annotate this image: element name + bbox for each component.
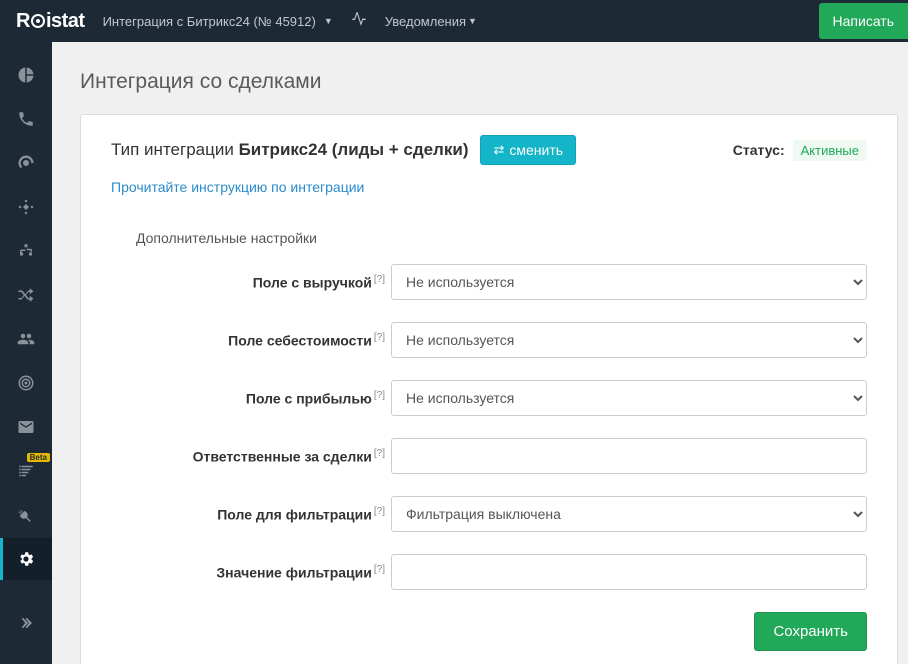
logo[interactable]: R istat (16, 10, 85, 33)
sidebar-item-target[interactable] (0, 186, 52, 228)
form-actions: Сохранить (111, 612, 867, 651)
notifications-dropdown[interactable]: Уведомления ▼ (385, 14, 477, 29)
change-button-label: сменить (509, 142, 563, 158)
integration-type-prefix: Тип интеграции (111, 140, 239, 159)
row-filter-field: Поле для фильтрации[?] Фильтрация выключ… (111, 496, 867, 532)
row-revenue: Поле с выручкой[?] Не используется (111, 264, 867, 300)
select-cost[interactable]: Не используется (391, 322, 867, 358)
beta-badge: Beta (27, 453, 50, 462)
status-badge: Активные (793, 140, 867, 161)
label-filter-field: Поле для фильтрации[?] (111, 506, 391, 523)
logo-ring-icon (31, 14, 45, 28)
sidebar-item-settings[interactable] (0, 538, 52, 580)
instruction-link[interactable]: Прочитайте инструкцию по интеграции (111, 179, 364, 195)
sidebar-item-shuffle[interactable] (0, 274, 52, 316)
logo-text-post: istat (46, 10, 85, 33)
left-sidebar: Beta (0, 42, 52, 664)
select-profit[interactable]: Не используется (391, 380, 867, 416)
write-button[interactable]: Написать (819, 3, 908, 39)
project-selector[interactable]: Интеграция с Битрикс24 (№ 45912) ▼ (103, 14, 333, 29)
select-revenue[interactable]: Не используется (391, 264, 867, 300)
sidebar-item-analytics[interactable] (0, 54, 52, 96)
sidebar-item-mail[interactable] (0, 406, 52, 448)
help-icon[interactable]: [?] (374, 564, 385, 575)
section-title: Дополнительные настройки (136, 230, 867, 246)
project-label: Интеграция с Битрикс24 (№ 45912) (103, 14, 316, 29)
label-revenue: Поле с выручкой[?] (111, 274, 391, 291)
chevron-down-icon: ▼ (324, 16, 333, 26)
help-icon[interactable]: [?] (374, 390, 385, 401)
status-label: Статус: (733, 142, 785, 158)
sidebar-item-dashboard[interactable] (0, 142, 52, 184)
select-filter-field[interactable]: Фильтрация выключена (391, 496, 867, 532)
heartbeat-icon[interactable] (351, 12, 367, 31)
row-profit: Поле с прибылью[?] Не используется (111, 380, 867, 416)
top-header: R istat Интеграция с Битрикс24 (№ 45912)… (0, 0, 908, 42)
row-cost: Поле себестоимости[?] Не используется (111, 322, 867, 358)
sidebar-collapse-toggle[interactable] (0, 602, 52, 644)
panel-header: Тип интеграции Битрикс24 (лиды + сделки)… (111, 135, 867, 165)
change-button[interactable]: ⇄ сменить (480, 135, 576, 165)
logo-text-pre: R (16, 10, 30, 33)
sidebar-item-bullseye[interactable] (0, 362, 52, 404)
sidebar-item-plugin[interactable] (0, 494, 52, 536)
input-responsible[interactable] (391, 438, 867, 474)
row-filter-value: Значение фильтрации[?] (111, 554, 867, 590)
status-block: Статус: Активные (733, 140, 867, 161)
label-responsible: Ответственные за сделки[?] (111, 448, 391, 465)
integration-type: Тип интеграции Битрикс24 (лиды + сделки) (111, 140, 468, 160)
help-icon[interactable]: [?] (374, 448, 385, 459)
integration-panel: Тип интеграции Битрикс24 (лиды + сделки)… (80, 114, 898, 664)
notifications-label: Уведомления (385, 14, 466, 29)
main-content: Интеграция со сделками Тип интеграции Би… (52, 42, 908, 664)
integration-type-name: Битрикс24 (лиды + сделки) (239, 140, 469, 159)
swap-icon: ⇄ (493, 142, 504, 158)
sidebar-item-sitemap[interactable] (0, 230, 52, 272)
label-filter-value: Значение фильтрации[?] (111, 564, 391, 581)
help-icon[interactable]: [?] (374, 274, 385, 285)
label-cost: Поле себестоимости[?] (111, 332, 391, 349)
row-responsible: Ответственные за сделки[?] (111, 438, 867, 474)
save-button[interactable]: Сохранить (754, 612, 867, 651)
page-title: Интеграция со сделками (80, 70, 898, 94)
sidebar-item-cohort[interactable]: Beta (0, 450, 52, 492)
sidebar-item-calls[interactable] (0, 98, 52, 140)
input-filter-value[interactable] (391, 554, 867, 590)
help-icon[interactable]: [?] (374, 332, 385, 343)
label-profit: Поле с прибылью[?] (111, 390, 391, 407)
help-icon[interactable]: [?] (374, 506, 385, 517)
chevron-down-icon: ▼ (468, 16, 477, 26)
sidebar-item-users[interactable] (0, 318, 52, 360)
